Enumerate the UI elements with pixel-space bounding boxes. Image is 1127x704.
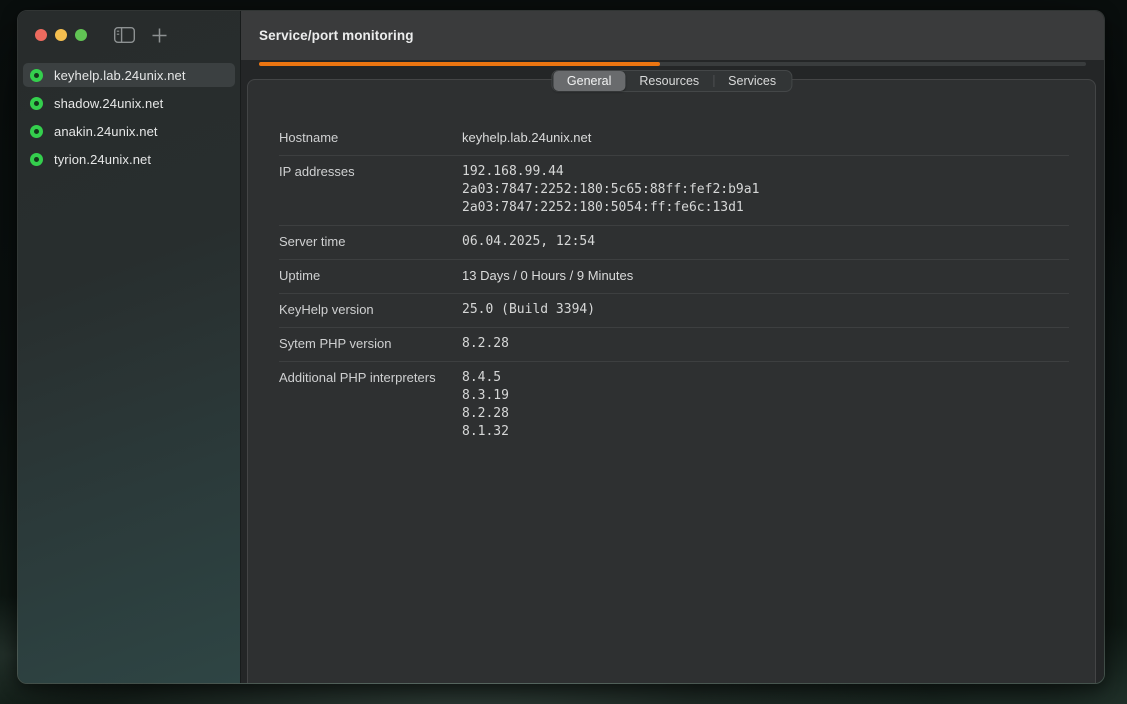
progress-fill <box>259 62 660 66</box>
info-row: IP addresses192.168.99.442a03:7847:2252:… <box>279 156 1069 226</box>
info-label: IP addresses <box>279 163 462 217</box>
toggle-sidebar-icon[interactable] <box>114 27 135 43</box>
info-value: 8.4.5 <box>462 369 1069 387</box>
info-label: Sytem PHP version <box>279 335 462 353</box>
traffic-lights <box>35 29 87 41</box>
info-values: 192.168.99.442a03:7847:2252:180:5c65:88f… <box>462 163 1069 217</box>
sidebar-item-server[interactable]: shadow.24unix.net <box>23 91 235 115</box>
info-value: 8.3.19 <box>462 387 1069 405</box>
info-label: Server time <box>279 233 462 251</box>
server-name-label: shadow.24unix.net <box>54 96 163 111</box>
sidebar-toolbar <box>18 11 240 57</box>
server-name-label: keyhelp.lab.24unix.net <box>54 68 186 83</box>
info-values: 25.0 (Build 3394) <box>462 301 1069 319</box>
main-area: Service/port monitoring GeneralResources… <box>241 11 1104 683</box>
info-row: KeyHelp version25.0 (Build 3394) <box>279 294 1069 328</box>
info-values: 8.4.58.3.198.2.288.1.32 <box>462 369 1069 441</box>
status-online-icon <box>30 125 43 138</box>
info-row: Sytem PHP version8.2.28 <box>279 328 1069 362</box>
info-label: Uptime <box>279 267 462 285</box>
info-values: keyhelp.lab.24unix.net <box>462 129 1069 147</box>
info-label: KeyHelp version <box>279 301 462 319</box>
page-title: Service/port monitoring <box>259 28 414 43</box>
content-panel: GeneralResourcesServices Hostnamekeyhelp… <box>247 79 1096 683</box>
minimize-button[interactable] <box>55 29 67 41</box>
info-value: 192.168.99.44 <box>462 163 1069 181</box>
info-values: 13 Days / 0 Hours / 9 Minutes <box>462 267 1069 285</box>
app-window: keyhelp.lab.24unix.net shadow.24unix.net a… <box>17 10 1105 684</box>
info-value: 06.04.2025, 12:54 <box>462 233 1069 251</box>
info-row: Additional PHP interpreters8.4.58.3.198.… <box>279 362 1069 449</box>
tab-bar: GeneralResourcesServices <box>551 70 792 92</box>
info-value: 25.0 (Build 3394) <box>462 301 1069 319</box>
info-label: Hostname <box>279 129 462 147</box>
server-name-label: anakin.24unix.net <box>54 124 158 139</box>
server-name-label: tyrion.24unix.net <box>54 152 151 167</box>
info-values: 06.04.2025, 12:54 <box>462 233 1069 251</box>
sidebar: keyhelp.lab.24unix.net shadow.24unix.net a… <box>18 11 241 683</box>
zoom-button[interactable] <box>75 29 87 41</box>
info-value: 2a03:7847:2252:180:5054:ff:fe6c:13d1 <box>462 199 1069 217</box>
info-row: Hostnamekeyhelp.lab.24unix.net <box>279 122 1069 156</box>
info-value: 2a03:7847:2252:180:5c65:88ff:fef2:b9a1 <box>462 181 1069 199</box>
info-value: 13 Days / 0 Hours / 9 Minutes <box>462 267 1069 285</box>
info-value: 8.2.28 <box>462 335 1069 353</box>
add-server-icon[interactable] <box>152 28 167 43</box>
close-button[interactable] <box>35 29 47 41</box>
info-label: Additional PHP interpreters <box>279 369 462 441</box>
info-value: 8.1.32 <box>462 423 1069 441</box>
status-online-icon <box>30 69 43 82</box>
status-online-icon <box>30 153 43 166</box>
sidebar-item-server[interactable]: tyrion.24unix.net <box>23 147 235 171</box>
status-online-icon <box>30 97 43 110</box>
tab-resources[interactable]: Resources <box>625 71 713 91</box>
titlebar: Service/port monitoring <box>241 11 1104 60</box>
info-values: 8.2.28 <box>462 335 1069 353</box>
progress-bar <box>259 62 1086 66</box>
server-list: keyhelp.lab.24unix.net shadow.24unix.net a… <box>18 63 240 175</box>
info-row: Server time06.04.2025, 12:54 <box>279 226 1069 260</box>
tab-services[interactable]: Services <box>714 71 790 91</box>
sidebar-item-server[interactable]: keyhelp.lab.24unix.net <box>23 63 235 87</box>
info-row: Uptime13 Days / 0 Hours / 9 Minutes <box>279 260 1069 294</box>
sidebar-item-server[interactable]: anakin.24unix.net <box>23 119 235 143</box>
info-value: keyhelp.lab.24unix.net <box>462 129 1069 147</box>
general-info-table: Hostnamekeyhelp.lab.24unix.netIP address… <box>279 122 1069 449</box>
info-value: 8.2.28 <box>462 405 1069 423</box>
tab-general[interactable]: General <box>553 71 625 91</box>
